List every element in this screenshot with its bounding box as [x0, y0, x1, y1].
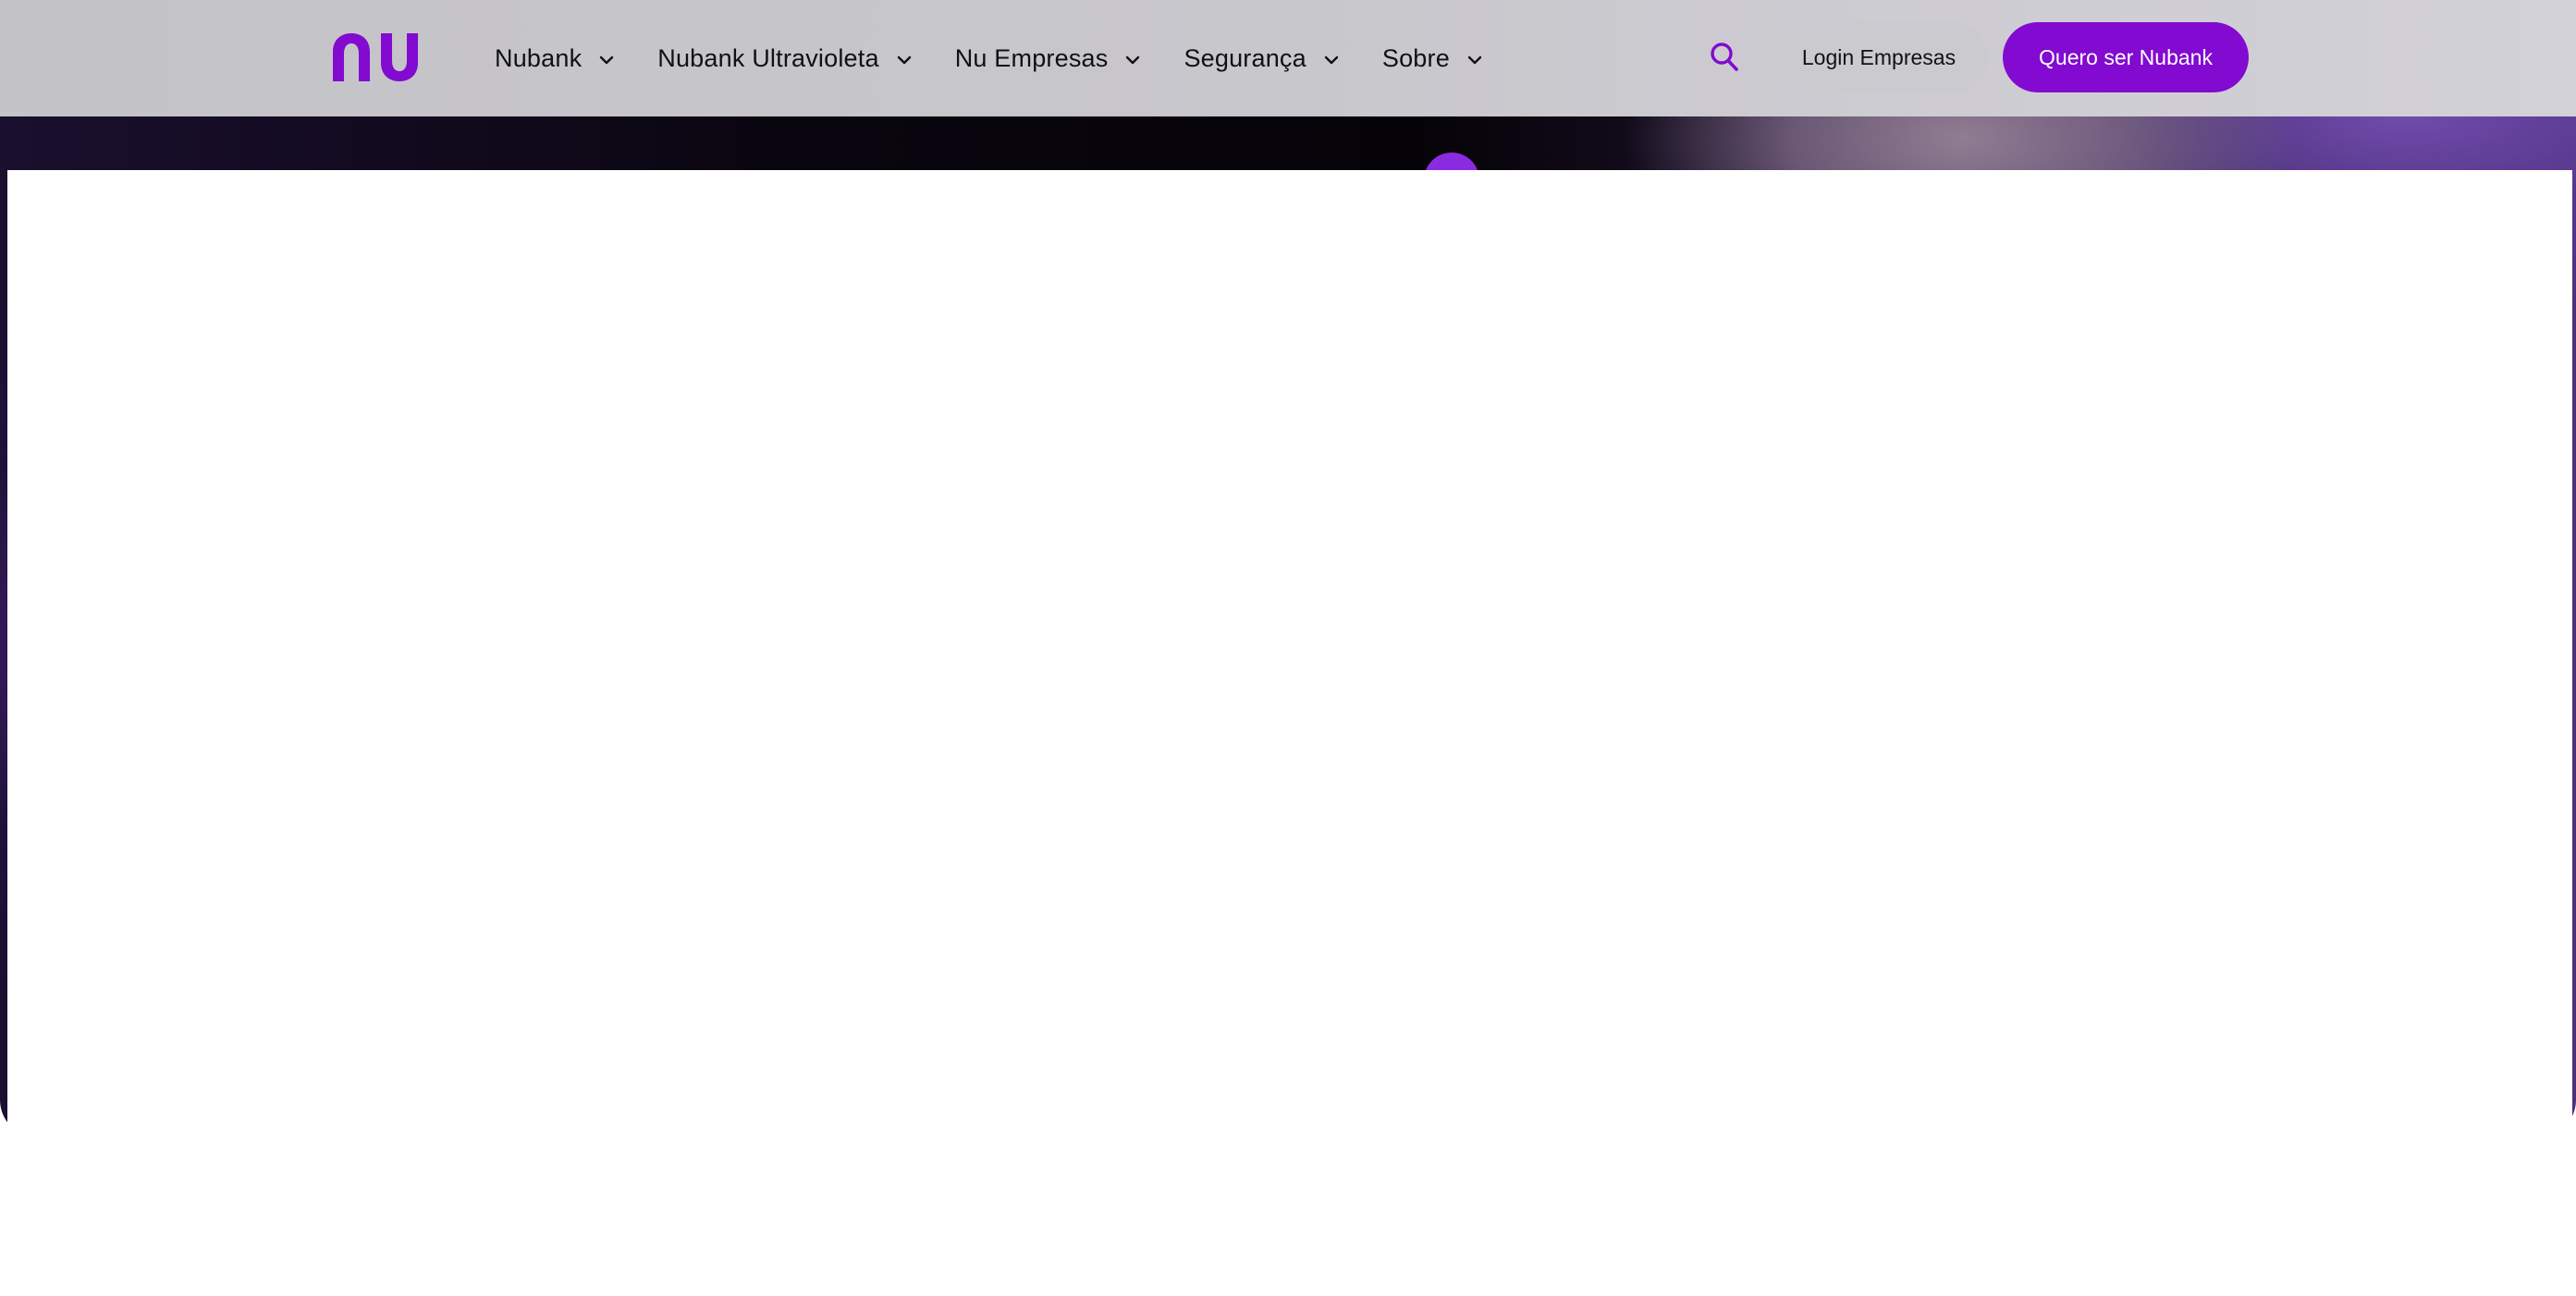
chevron-down-icon: [600, 55, 614, 65]
nav-item-nu-empresas[interactable]: Nu Empresas: [955, 0, 1144, 116]
nav-item-label: Nu Empresas: [954, 43, 1109, 72]
nav-item-seguranca[interactable]: Segurança: [1184, 0, 1341, 116]
nav-item-nubank[interactable]: Nubank: [495, 0, 617, 116]
chevron-down-icon: [1126, 55, 1140, 65]
nav-item-label: Nubank Ultravioleta: [657, 43, 879, 72]
nav-item-label: Segurança: [1184, 43, 1306, 72]
quero-ser-nubank-button[interactable]: Quero ser Nubank: [2003, 22, 2249, 92]
content-overlay: [7, 170, 2572, 1296]
nav-item-nubank-ultravioleta[interactable]: Nubank Ultravioleta: [657, 0, 914, 116]
chevron-down-icon: [1467, 55, 1482, 65]
page: Nubank Nubank Ultravioleta Nu Empresas S…: [0, 0, 2576, 1296]
nav-item-label: Nubank: [495, 43, 583, 72]
chevron-down-icon: [897, 55, 911, 65]
nu-logo[interactable]: [329, 31, 422, 83]
chevron-down-icon: [1324, 55, 1339, 65]
nav-item-label: Sobre: [1381, 43, 1450, 72]
nav-item-sobre[interactable]: Sobre: [1382, 0, 1485, 116]
top-navigation-bar: Nubank Nubank Ultravioleta Nu Empresas S…: [0, 0, 2576, 116]
search-icon[interactable]: [1709, 41, 1740, 74]
login-empresas-button[interactable]: Login Empresas: [1770, 22, 1988, 92]
main-nav: Nubank Nubank Ultravioleta Nu Empresas S…: [495, 0, 1526, 116]
